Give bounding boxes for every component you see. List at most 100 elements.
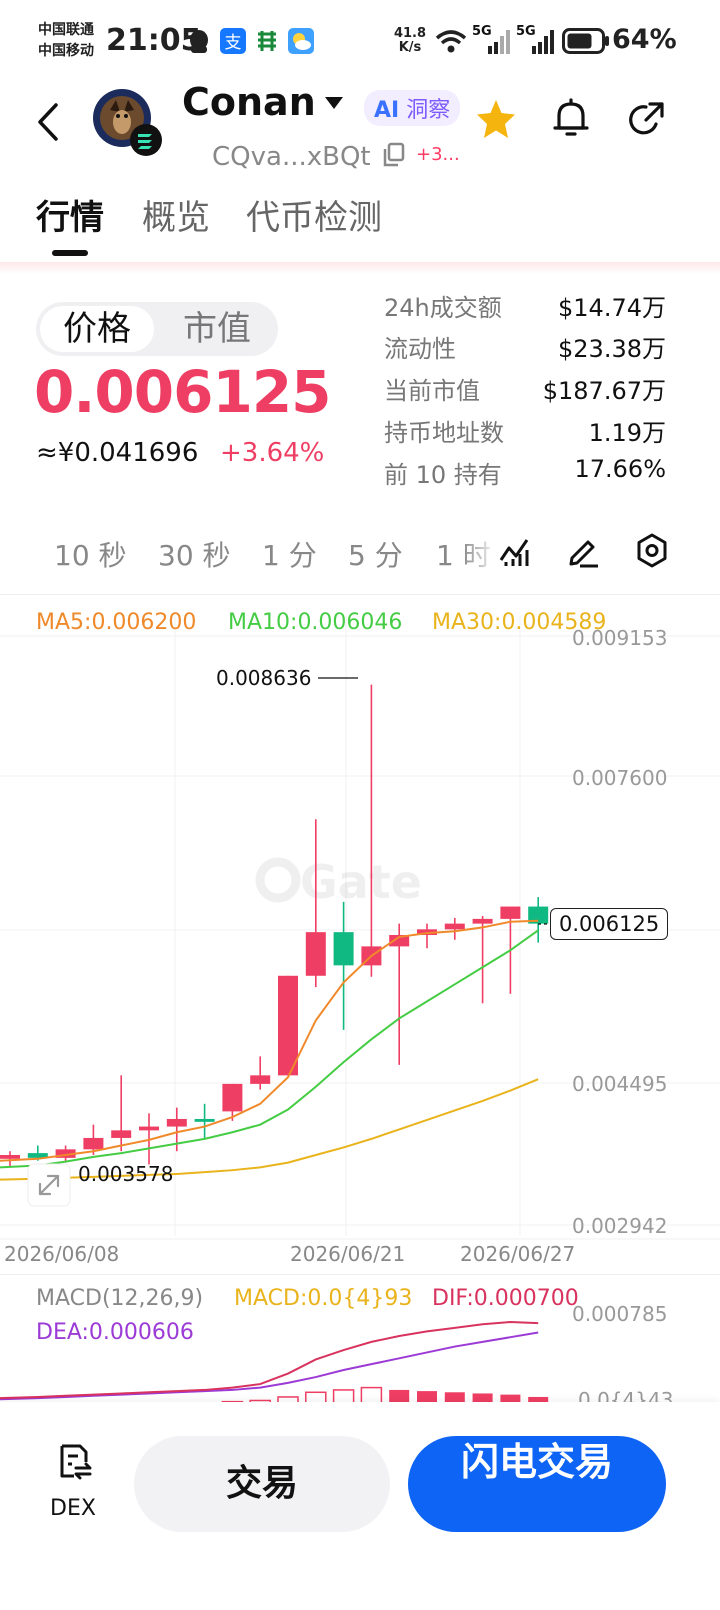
stat-value-volume: $14.74万 [558,294,666,322]
ai-insight-badge[interactable]: AI 洞察 [364,90,461,126]
candles-layer [0,684,549,1168]
y-axis-label-0: 0.009153 [572,626,668,650]
candle-body [166,1118,187,1127]
wifi-icon [435,30,467,53]
carrier-2: 中国移动 [38,43,94,59]
expand-icon[interactable] [27,1163,71,1207]
stat-value-market-cap: $187.67万 [542,377,666,405]
flash-trade-button[interactable]: 闪电交易 [408,1436,666,1532]
flash-trade-label: 闪电交易 [460,1440,613,1484]
qq-icon [190,30,208,53]
gate-watermark: Gate [255,855,422,909]
draw-pencil-icon[interactable] [566,534,600,568]
svg-text:Gate: Gate [300,855,422,909]
candle [333,901,354,1030]
ma5-line [0,919,539,1162]
stat-label-liquidity: 流动性 [384,335,456,363]
candle-body [194,1118,215,1122]
y-axis-label-1: 0.007600 [572,766,668,790]
current-price: 0.006125 [34,358,332,426]
interval-5m[interactable]: 5 分 [348,534,403,574]
caret-down-icon[interactable] [324,96,344,110]
tab-bar: 行情 概览 代币检测 [0,180,720,260]
net-speed-unit: K/s [398,40,422,55]
address-extra: +3... [416,144,460,165]
candle [250,1056,271,1090]
last-price-tag: 0.006125 [550,908,669,940]
settings-icon[interactable] [634,532,670,570]
candle [278,975,298,1076]
toggle-price[interactable]: 价格 [40,306,154,352]
status-bar: 中国联通 中国移动 21:05 支 41.8 K/s 5G 5G 64% [0,0,720,80]
interval-1m[interactable]: 1 分 [262,534,317,574]
y-axis-label-3: 0.002942 [572,1214,668,1238]
candle-body [111,1130,132,1138]
macd-axis-mid: 0.0{4}43 [578,1388,674,1402]
macd-axis-top: 0.000785 [572,1302,668,1326]
stat-value-top10: 17.66% [574,455,666,483]
candlestick-chart[interactable]: Gate MA5:0.006200 MA10:0.006046 MA30:0.0… [0,596,720,1286]
token-name[interactable]: Conan [182,80,316,124]
candle-body [222,1083,243,1112]
svg-text:支: 支 [225,33,242,53]
candle-body [472,918,493,924]
signal-2-icon [532,30,554,54]
back-arrow-icon[interactable] [34,102,62,142]
active-tab-underline [52,250,88,256]
macd-params: MACD(12,26,9) [36,1286,204,1311]
high-price-annotation: 0.008636 [216,666,312,690]
weather-icon [288,28,314,54]
copy-icon[interactable] [382,142,406,168]
dex-icon[interactable] [56,1442,94,1482]
candle [194,1103,215,1139]
bell-icon[interactable] [552,98,590,140]
favorite-star-icon[interactable] [474,98,518,140]
candle [444,917,465,940]
candle [389,923,410,1065]
candle-body [83,1137,104,1150]
cny-price: ≈¥0.041696 [36,438,199,468]
candle-body [139,1126,159,1131]
tab-overview[interactable]: 概览 [142,190,210,239]
interval-30s[interactable]: 30 秒 [158,534,231,574]
stat-value-holders: 1.19万 [588,419,666,447]
dex-label[interactable]: DEX [50,1496,96,1521]
low-price-annotation: 0.003578 [78,1162,174,1186]
macd-panel: MACD(12,26,9) MACD:0.0{4}93 DIF:0.000700… [0,1276,720,1402]
candle [111,1075,132,1152]
interval-10s[interactable]: 10 秒 [54,534,127,574]
candle [361,684,382,977]
candle-body [305,932,326,976]
interval-bar: 10 秒 30 秒 1 分 5 分 1 时 [0,520,720,586]
bottom-action-bar: DEX 交易 闪电交易 [0,1402,720,1610]
candle-body [250,1075,271,1084]
toggle-market-cap[interactable]: 市值 [160,306,274,352]
tab-divider [0,262,720,274]
ai-badge-prefix: AI [374,98,400,123]
candle-body [444,923,465,930]
candle-body [0,1155,20,1159]
price-mcap-toggle[interactable]: 价格 市值 [36,302,278,356]
indicator-icon[interactable] [498,534,532,568]
macd-divider [0,1274,720,1275]
macd-histogram-bar [360,1386,383,1402]
macd-histogram-bar [389,1389,410,1402]
macd-histogram-bar [444,1392,465,1402]
share-icon[interactable] [626,100,666,140]
stats-panel: 24h成交额 $14.74万 流动性 $23.38万 当前市值 $187.67万… [384,288,684,498]
macd-value: MACD:0.0{4}93 [234,1286,413,1311]
token-header: Conan AI 洞察 CQva...xBQt +3... [0,80,720,180]
ma10-legend: MA10:0.006046 [228,610,403,635]
ai-badge-label: 洞察 [406,98,451,123]
tab-market[interactable]: 行情 [36,190,104,239]
macd-histogram-bar [472,1393,493,1402]
y-axis-label-2: 0.004495 [572,1072,668,1096]
tab-token-check[interactable]: 代币检测 [246,190,382,239]
carrier-1: 中国联通 [38,22,94,38]
dea-value: DEA:0.000606 [36,1320,194,1345]
candle-body [333,932,354,966]
trade-button[interactable]: 交易 [134,1436,390,1532]
candle [222,1083,243,1121]
x-axis-label-0: 2026/06/08 [4,1242,120,1266]
stat-value-liquidity: $23.38万 [558,335,666,363]
